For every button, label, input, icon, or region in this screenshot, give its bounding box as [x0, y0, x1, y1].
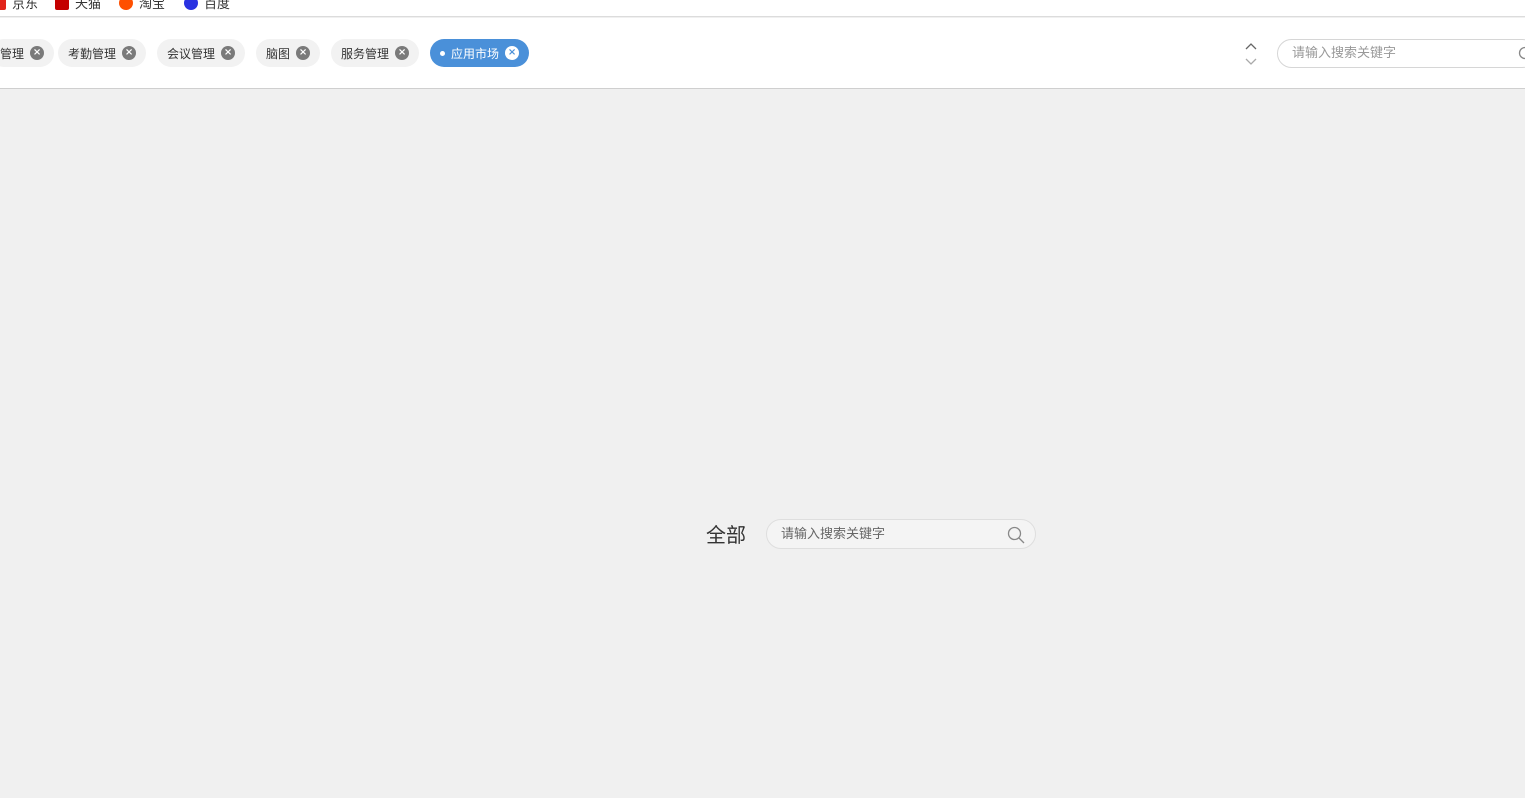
- tab-app-market[interactable]: 应用市场 ×: [430, 39, 530, 67]
- close-icon[interactable]: ×: [122, 46, 137, 60]
- category-title: 全部: [706, 523, 746, 547]
- search-icon[interactable]: [1007, 526, 1025, 544]
- app-search: [766, 519, 1036, 549]
- tab-meeting[interactable]: 会议管理 ×: [157, 39, 246, 67]
- close-icon[interactable]: ×: [395, 46, 410, 60]
- bookmark-taobao[interactable]: 淘宝: [119, 0, 165, 12]
- header-search: [1277, 39, 1525, 68]
- bookmark-label: 天猫: [75, 0, 102, 12]
- tmall-icon: [55, 0, 69, 10]
- jd-icon: [0, 0, 6, 10]
- tab-management[interactable]: 管理 ×: [0, 39, 55, 67]
- tab-service[interactable]: 服务管理 ×: [331, 39, 420, 67]
- bookmark-tmall[interactable]: 天猫: [55, 0, 101, 12]
- bookmark-bar: 京东 天猫 淘宝 百度: [0, 0, 1525, 17]
- close-icon[interactable]: ×: [30, 46, 45, 60]
- tab-label: 应用市场: [451, 46, 500, 61]
- close-icon[interactable]: ×: [505, 46, 520, 60]
- header-search-input[interactable]: [1290, 45, 1510, 62]
- tab-mindmap[interactable]: 脑图 ×: [256, 39, 321, 67]
- tab-label: 考勤管理: [68, 46, 117, 61]
- tab-label: 脑图: [266, 46, 291, 61]
- tab-bar: 管理 × 考勤管理 × 会议管理 × 脑图 × 服务管理 × 应用市场 ×: [0, 18, 1525, 89]
- chevron-up-down-icon: [1245, 43, 1257, 65]
- main-content: 全部: [0, 89, 1525, 798]
- tab-label: 服务管理: [341, 46, 390, 61]
- bookmark-label: 京东: [12, 0, 39, 12]
- tab-label: 会议管理: [167, 46, 216, 61]
- bookmark-baidu[interactable]: 百度: [184, 0, 230, 12]
- bookmark-label: 百度: [204, 0, 231, 12]
- close-icon[interactable]: ×: [221, 46, 236, 60]
- baidu-icon: [184, 0, 198, 10]
- app-search-input[interactable]: [779, 525, 999, 543]
- search-icon[interactable]: [1518, 46, 1525, 62]
- tab-label: 管理: [0, 46, 25, 61]
- tab-attendance[interactable]: 考勤管理 ×: [58, 39, 147, 67]
- bookmark-label: 淘宝: [139, 0, 166, 12]
- close-icon[interactable]: ×: [296, 46, 311, 60]
- active-dot-icon: [440, 50, 445, 56]
- tab-scroll-arrows[interactable]: [1243, 40, 1259, 68]
- taobao-icon: [119, 0, 133, 10]
- bookmark-jd[interactable]: 京东: [0, 0, 38, 12]
